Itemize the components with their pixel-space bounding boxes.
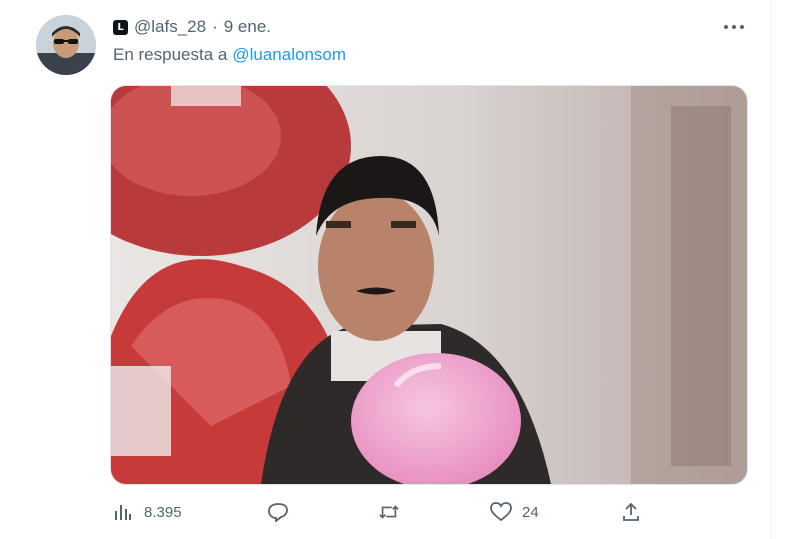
- like-icon: [490, 501, 512, 523]
- views-count: 8.395: [144, 503, 182, 521]
- tweet-actions: 8.395 24: [100, 496, 760, 528]
- reply-mention-link[interactable]: @luanalonsom: [232, 45, 346, 65]
- separator: ·: [212, 17, 218, 36]
- tweet-header: L @lafs_28 · 9 ene.: [113, 14, 271, 40]
- tweet: L @lafs_28 · 9 ene. En respuesta a @luan…: [0, 0, 800, 539]
- retweet-icon: [378, 501, 400, 523]
- avatar[interactable]: [36, 15, 96, 75]
- account-badge-icon: L: [113, 19, 128, 35]
- reply-context: En respuesta a @luanalonsom: [113, 45, 346, 65]
- reply-prefix: En respuesta a: [113, 45, 228, 64]
- retweet-action[interactable]: [378, 496, 410, 528]
- views-action[interactable]: 8.395: [112, 496, 182, 528]
- like-action[interactable]: 24: [490, 496, 539, 528]
- tweet-image[interactable]: [110, 85, 748, 485]
- share-icon: [620, 501, 642, 523]
- reply-action[interactable]: [267, 496, 299, 528]
- more-icon[interactable]: [718, 14, 750, 40]
- timestamp[interactable]: 9 ene.: [224, 17, 271, 37]
- timeline-border: [770, 0, 771, 539]
- views-icon: [112, 501, 134, 523]
- share-action[interactable]: [620, 496, 642, 528]
- like-count: 24: [522, 503, 539, 521]
- user-handle[interactable]: @lafs_28: [134, 17, 206, 37]
- reply-icon: [267, 501, 289, 523]
